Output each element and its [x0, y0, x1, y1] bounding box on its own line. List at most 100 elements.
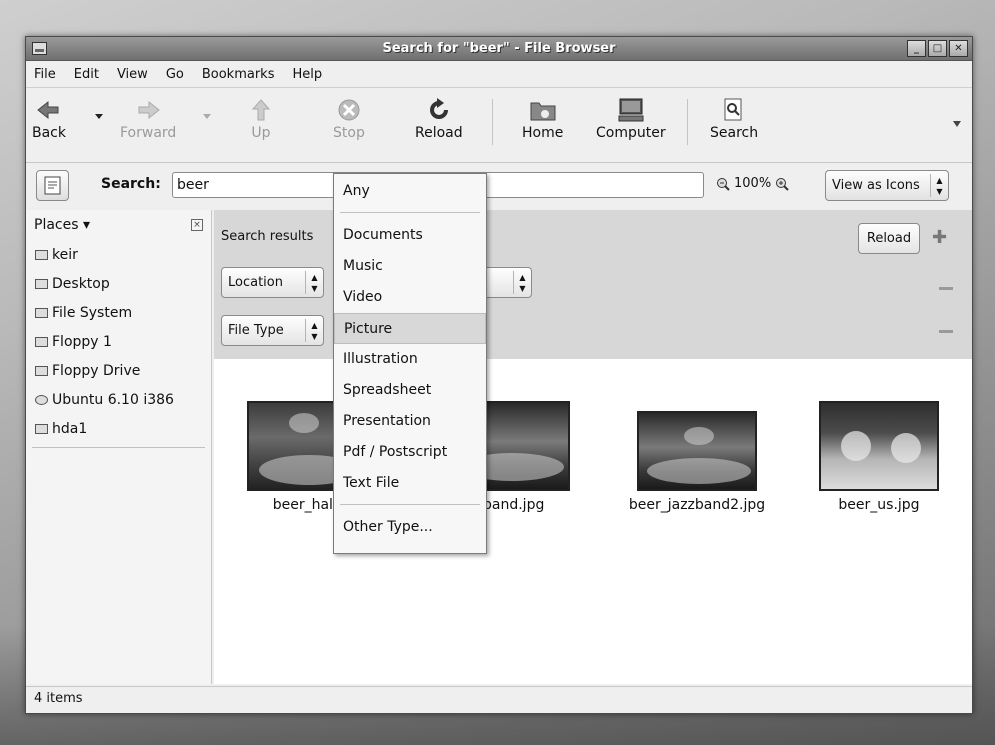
- image-thumbnail: [819, 401, 939, 491]
- menu-item-music[interactable]: Music: [334, 251, 486, 282]
- toolbar-separator: [492, 99, 493, 145]
- zoom-in-icon[interactable]: [775, 177, 789, 191]
- back-button[interactable]: Back: [32, 97, 66, 141]
- computer-button[interactable]: Computer: [596, 97, 666, 141]
- menu-item-text-file[interactable]: Text File: [334, 468, 486, 499]
- drive-icon: [35, 307, 48, 318]
- forward-arrow-icon: [138, 100, 160, 120]
- search-label: Search:: [101, 176, 161, 192]
- file-name: beer_jazzband2.jpg: [628, 497, 766, 513]
- desktop-icon: [35, 278, 48, 289]
- menu-separator: [340, 212, 480, 213]
- criteria-location-value-select[interactable]: ▲ ▼: [484, 267, 532, 298]
- select-arrows-icon: ▲ ▼: [513, 271, 531, 294]
- menu-item-pdf-postscript[interactable]: Pdf / Postscript: [334, 437, 486, 468]
- sidebar-item-ubuntu-cd[interactable]: Ubuntu 6.10 i386: [26, 385, 211, 414]
- computer-icon: [618, 98, 644, 122]
- reload-button[interactable]: Reload: [415, 97, 463, 141]
- minimize-icon[interactable]: _: [907, 40, 926, 57]
- window-controls: _ □ ✕: [907, 40, 968, 57]
- search-results-label: Search results: [221, 229, 314, 244]
- file-view: Search results Location ▲ ▼ ▲ ▼ File Type …: [214, 210, 972, 684]
- file-type-dropdown-menu: Any Documents Music Video Picture Illust…: [333, 173, 487, 554]
- menu-separator: [340, 504, 480, 505]
- file-name: beer_us.jpg: [838, 497, 920, 513]
- menu-edit[interactable]: Edit: [72, 65, 101, 84]
- sidebar-item-floppy-drive[interactable]: Floppy Drive: [26, 356, 211, 385]
- status-bar: 4 items: [26, 686, 972, 712]
- file-item[interactable]: beer_jazzband2.jpg: [617, 401, 777, 513]
- add-criterion-icon[interactable]: ✚: [932, 229, 947, 247]
- edit-note-icon: [44, 176, 61, 195]
- zoom-out-icon[interactable]: [716, 177, 730, 191]
- image-thumbnail: [637, 411, 757, 491]
- home-folder-icon: [35, 249, 48, 260]
- forward-history-dropdown-icon[interactable]: [202, 113, 212, 121]
- floppy-icon: [35, 336, 48, 347]
- view-as-select[interactable]: View as Icons ▲ ▼: [825, 170, 949, 201]
- sidebar-item-keir[interactable]: keir: [26, 240, 211, 269]
- criteria-reload-button[interactable]: Reload: [858, 223, 920, 254]
- menu-item-presentation[interactable]: Presentation: [334, 406, 486, 437]
- sidebar-item-floppy-1[interactable]: Floppy 1: [26, 327, 211, 356]
- back-history-dropdown-icon[interactable]: [94, 113, 104, 121]
- item-count: 4 items: [34, 691, 83, 706]
- menubar: File Edit View Go Bookmarks Help: [26, 62, 972, 88]
- zoom-level[interactable]: 100%: [734, 176, 771, 191]
- window-menu-icon[interactable]: [32, 42, 47, 55]
- menu-item-other-type[interactable]: Other Type...: [334, 512, 486, 543]
- select-arrows-icon: ▲ ▼: [305, 319, 323, 342]
- toggle-location-button[interactable]: [36, 170, 69, 201]
- toolbar-overflow-icon[interactable]: [953, 120, 961, 128]
- zoom-control: 100%: [716, 176, 789, 191]
- search-criteria-panel: Search results Location ▲ ▼ ▲ ▼ File Type …: [214, 210, 972, 359]
- close-sidebar-icon[interactable]: ×: [191, 219, 203, 231]
- up-button[interactable]: Up: [246, 97, 276, 141]
- remove-criterion-icon[interactable]: [939, 330, 953, 333]
- floppy-icon: [35, 365, 48, 376]
- location-bar: Search: 100% View as Icons ▲▼: [26, 164, 972, 208]
- select-arrows-icon: ▲ ▼: [305, 271, 323, 294]
- stop-button[interactable]: Stop: [333, 97, 365, 141]
- menu-file[interactable]: File: [32, 65, 58, 84]
- criteria-type-select-location[interactable]: Location ▲ ▼: [221, 267, 324, 298]
- home-button[interactable]: Home: [522, 97, 563, 141]
- menu-item-video[interactable]: Video: [334, 282, 486, 313]
- remove-criterion-icon[interactable]: [939, 287, 953, 290]
- menu-item-illustration[interactable]: Illustration: [334, 344, 486, 375]
- search-icon: [724, 98, 742, 121]
- places-dropdown[interactable]: Places ▾: [34, 217, 90, 233]
- maximize-icon[interactable]: □: [928, 40, 947, 57]
- menu-item-picture[interactable]: Picture: [334, 313, 486, 344]
- sidebar-divider: [32, 447, 205, 448]
- forward-button[interactable]: Forward: [120, 97, 176, 141]
- toolbar-separator: [687, 99, 688, 145]
- sidebar-header: Places ▾ ×: [26, 210, 211, 240]
- title-bar[interactable]: Search for "beer" - File Browser _ □ ✕: [26, 37, 972, 61]
- close-icon[interactable]: ✕: [949, 40, 968, 57]
- window-title: Search for "beer" - File Browser: [382, 41, 616, 56]
- sidebar-item-file-system[interactable]: File System: [26, 298, 211, 327]
- stop-icon: [338, 99, 360, 121]
- menu-help[interactable]: Help: [290, 65, 324, 84]
- reload-icon: [429, 98, 448, 119]
- search-button[interactable]: Search: [710, 97, 758, 141]
- menu-item-documents[interactable]: Documents: [334, 220, 486, 251]
- menu-item-any[interactable]: Any: [334, 176, 486, 207]
- places-sidebar: Places ▾ × keir Desktop File System Flop…: [26, 210, 212, 684]
- sidebar-item-hda1[interactable]: hda1: [26, 414, 211, 443]
- file-item[interactable]: beer_us.jpg: [799, 401, 959, 513]
- drive-icon: [35, 423, 48, 434]
- file-browser-window: Search for "beer" - File Browser _ □ ✕ F…: [25, 36, 973, 714]
- back-arrow-icon: [37, 100, 59, 120]
- cdrom-icon: [35, 394, 48, 405]
- select-arrows-icon: ▲ ▼: [930, 174, 948, 197]
- menu-go[interactable]: Go: [164, 65, 186, 84]
- up-arrow-icon: [251, 99, 271, 121]
- menu-bookmarks[interactable]: Bookmarks: [200, 65, 277, 84]
- home-folder-icon: [530, 102, 556, 121]
- sidebar-item-desktop[interactable]: Desktop: [26, 269, 211, 298]
- menu-item-spreadsheet[interactable]: Spreadsheet: [334, 375, 486, 406]
- menu-view[interactable]: View: [115, 65, 150, 84]
- criteria-type-select-file-type[interactable]: File Type ▲ ▼: [221, 315, 324, 346]
